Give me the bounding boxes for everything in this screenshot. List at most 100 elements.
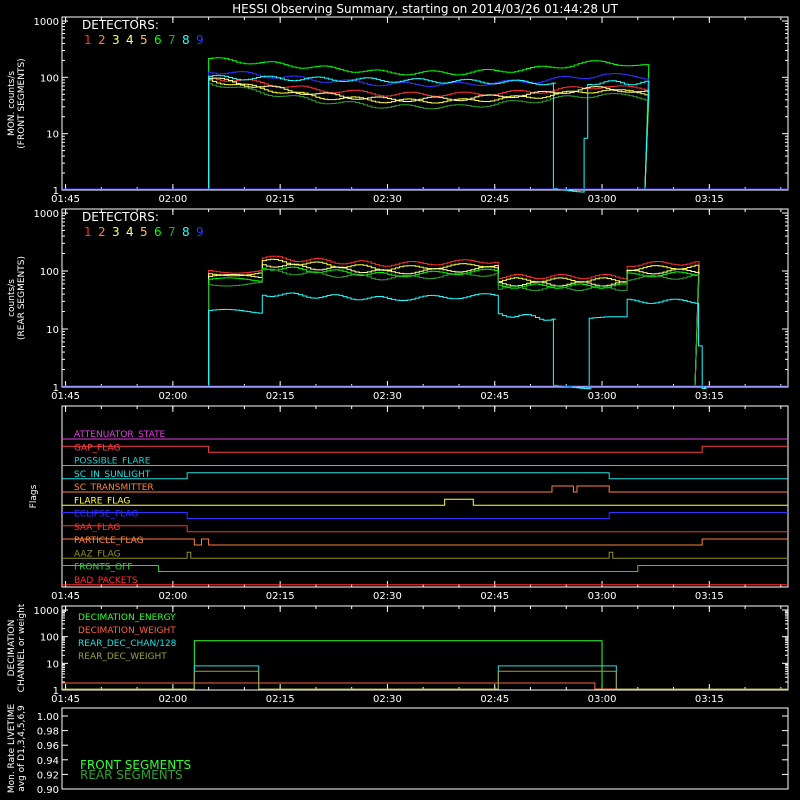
flag-label-gap-flag: GAP_FLAG bbox=[74, 443, 120, 453]
series-detector-6 bbox=[62, 266, 788, 387]
legend-detector-6: 6 bbox=[154, 225, 162, 239]
y-tick-label: 1000 bbox=[34, 17, 59, 28]
series-detector-3 bbox=[62, 79, 788, 190]
decimation-rear-dec-chan-128 bbox=[62, 665, 788, 690]
legend-detector-5: 5 bbox=[140, 225, 148, 239]
series-detector-9 bbox=[62, 71, 788, 190]
y-tick-label: 10 bbox=[46, 325, 59, 336]
series-detector-7 bbox=[62, 268, 788, 387]
livetime-ylabel: avg of D1,3,4,5,6,9 bbox=[17, 705, 27, 792]
series-detector-6 bbox=[62, 57, 788, 190]
time-tick-label: 02:00 bbox=[158, 391, 187, 402]
rear-ylabel: counts/s bbox=[7, 279, 17, 317]
chart-title: HESSI Observing Summary, starting on 201… bbox=[232, 2, 618, 16]
y-tick-label: 1.00 bbox=[37, 712, 59, 723]
panels: 01:45 02:00 02:15 02:30 02:45 03:00 03:15 MON. … bbox=[7, 16, 789, 796]
time-tick-label: 02:15 bbox=[266, 591, 295, 602]
decimation-legend-0: DECIMATION_ENERGY bbox=[78, 613, 176, 623]
hessi-summary-chart: HESSI Observing Summary, starting on 201… bbox=[7, 2, 789, 796]
flag-line-gap-flag bbox=[62, 445, 788, 453]
decimation-weight-line bbox=[62, 682, 788, 690]
rear-series bbox=[62, 255, 788, 390]
time-tick-label: 02:30 bbox=[373, 391, 402, 402]
time-tick-label: 02:15 bbox=[266, 391, 295, 402]
legend-detector-1: 1 bbox=[84, 225, 92, 239]
y-tick-label: 100 bbox=[40, 267, 59, 278]
decimation-legend-1: DECIMATION_WEIGHT bbox=[78, 626, 176, 636]
decimation-ylabel: DECIMATION bbox=[7, 620, 17, 677]
front-ylabel: (FRONT SEGMENTS) bbox=[17, 58, 27, 148]
series-detector-8 bbox=[62, 74, 788, 193]
time-tick-label: 03:00 bbox=[588, 591, 617, 602]
front-ylabel: MON. counts/s bbox=[7, 71, 17, 136]
series-detector-1 bbox=[62, 255, 788, 387]
legend-detector-9: 9 bbox=[196, 225, 204, 239]
legend-detector-7: 7 bbox=[168, 225, 176, 239]
legend-detector-3: 3 bbox=[112, 225, 120, 239]
time-tick-label: 03:15 bbox=[695, 591, 724, 602]
time-tick-label: 01:45 bbox=[51, 591, 80, 602]
flag-line-fronts-off bbox=[62, 565, 788, 572]
y-tick-label: 1 bbox=[53, 186, 59, 197]
decimation-series: DECIMATION_ENERGY DECIMATION_WEIGHT REAR_D… bbox=[62, 613, 788, 690]
time-tick-label: 03:00 bbox=[588, 391, 617, 402]
series-detector-7 bbox=[62, 83, 788, 190]
legend-title: DETECTORS: bbox=[82, 210, 159, 224]
y-tick-label: 1000 bbox=[34, 606, 59, 617]
legend-detector-2: 2 bbox=[98, 33, 106, 47]
time-tick-label: 02:30 bbox=[373, 591, 402, 602]
legend-detector-2: 2 bbox=[98, 225, 106, 239]
flag-label-eclipse-flag: ECLIPSE_FLAG bbox=[74, 510, 138, 520]
y-tick-label: 1 bbox=[53, 383, 59, 394]
rear-legend: DETECTORS:1 2 3 4 5 6 7 8 9 bbox=[82, 210, 204, 239]
legend-detector-7: 7 bbox=[168, 33, 176, 47]
y-tick-label: 10 bbox=[46, 659, 59, 670]
time-tick-label: 03:15 bbox=[695, 694, 724, 705]
time-tick-label: 02:00 bbox=[158, 591, 187, 602]
y-tick-label: 1 bbox=[53, 686, 59, 697]
front-series bbox=[62, 57, 788, 193]
y-tick-label: 1000 bbox=[34, 209, 59, 220]
time-tick-label: 02:00 bbox=[158, 694, 187, 705]
y-tick-label: 0.96 bbox=[37, 741, 59, 752]
front-legend: DETECTORS:1 2 3 4 5 6 7 8 9 bbox=[82, 18, 204, 47]
legend-detector-9: 9 bbox=[196, 33, 204, 47]
time-tick-label: 02:30 bbox=[373, 194, 402, 205]
flag-line-flare-flag bbox=[62, 498, 788, 506]
time-tick-label: 03:00 bbox=[588, 194, 617, 205]
time-tick-label: 02:15 bbox=[266, 194, 295, 205]
time-tick-label: 02:15 bbox=[266, 694, 295, 705]
time-tick-label: 02:45 bbox=[480, 194, 509, 205]
legend-detector-6: 6 bbox=[154, 33, 162, 47]
legend-detector-5: 5 bbox=[140, 33, 148, 47]
decimation-ylabel: CHANNEL or weight bbox=[17, 603, 27, 692]
y-tick-label: 100 bbox=[40, 633, 59, 644]
livetime-legend: FRONT SEGMENTSREAR SEGMENTS bbox=[80, 758, 191, 782]
time-tick-label: 02:00 bbox=[158, 194, 187, 205]
time-tick-label: 03:00 bbox=[588, 694, 617, 705]
flag-label-fronts-off: FRONTS_OFF bbox=[74, 563, 132, 573]
y-tick-label: 0.90 bbox=[37, 785, 59, 796]
decimation-legend-2: REAR_DEC_CHAN/128 bbox=[78, 639, 177, 649]
rear-ylabel: (REAR SEGMENTS) bbox=[17, 256, 27, 340]
time-tick-label: 02:45 bbox=[480, 591, 509, 602]
flag-label-saa-flag: SAA_FLAG bbox=[74, 523, 120, 533]
time-tick-label: 03:15 bbox=[695, 194, 724, 205]
legend-detector-1: 1 bbox=[84, 33, 92, 47]
time-tick-label: 02:30 bbox=[373, 694, 402, 705]
time-tick-label: 02:45 bbox=[480, 391, 509, 402]
flag-line-particle-flag bbox=[62, 538, 788, 546]
flag-label-particle-flag: PARTICLE_FLAG bbox=[74, 536, 144, 546]
legend-detector-4: 4 bbox=[126, 225, 134, 239]
livetime-legend-1: REAR SEGMENTS bbox=[80, 768, 183, 782]
flags-ylabel: Flags bbox=[29, 484, 39, 508]
flags-series: ATTENUATOR_STATEGAP_FLAGPOSSIBLE_FLARESC… bbox=[62, 430, 788, 586]
livetime-ylabel: Mon. Rate LIVETIME bbox=[7, 704, 17, 794]
y-tick-label: 0.92 bbox=[37, 770, 59, 781]
flag-line-aaz-flag bbox=[62, 551, 788, 559]
flag-line-saa-flag bbox=[62, 525, 788, 533]
flag-line-sc-in-sunlight bbox=[62, 472, 788, 480]
y-tick-label: 0.94 bbox=[37, 756, 59, 767]
legend-detector-8: 8 bbox=[182, 225, 190, 239]
decimation-legend-3: REAR_DEC_WEIGHT bbox=[78, 652, 167, 662]
